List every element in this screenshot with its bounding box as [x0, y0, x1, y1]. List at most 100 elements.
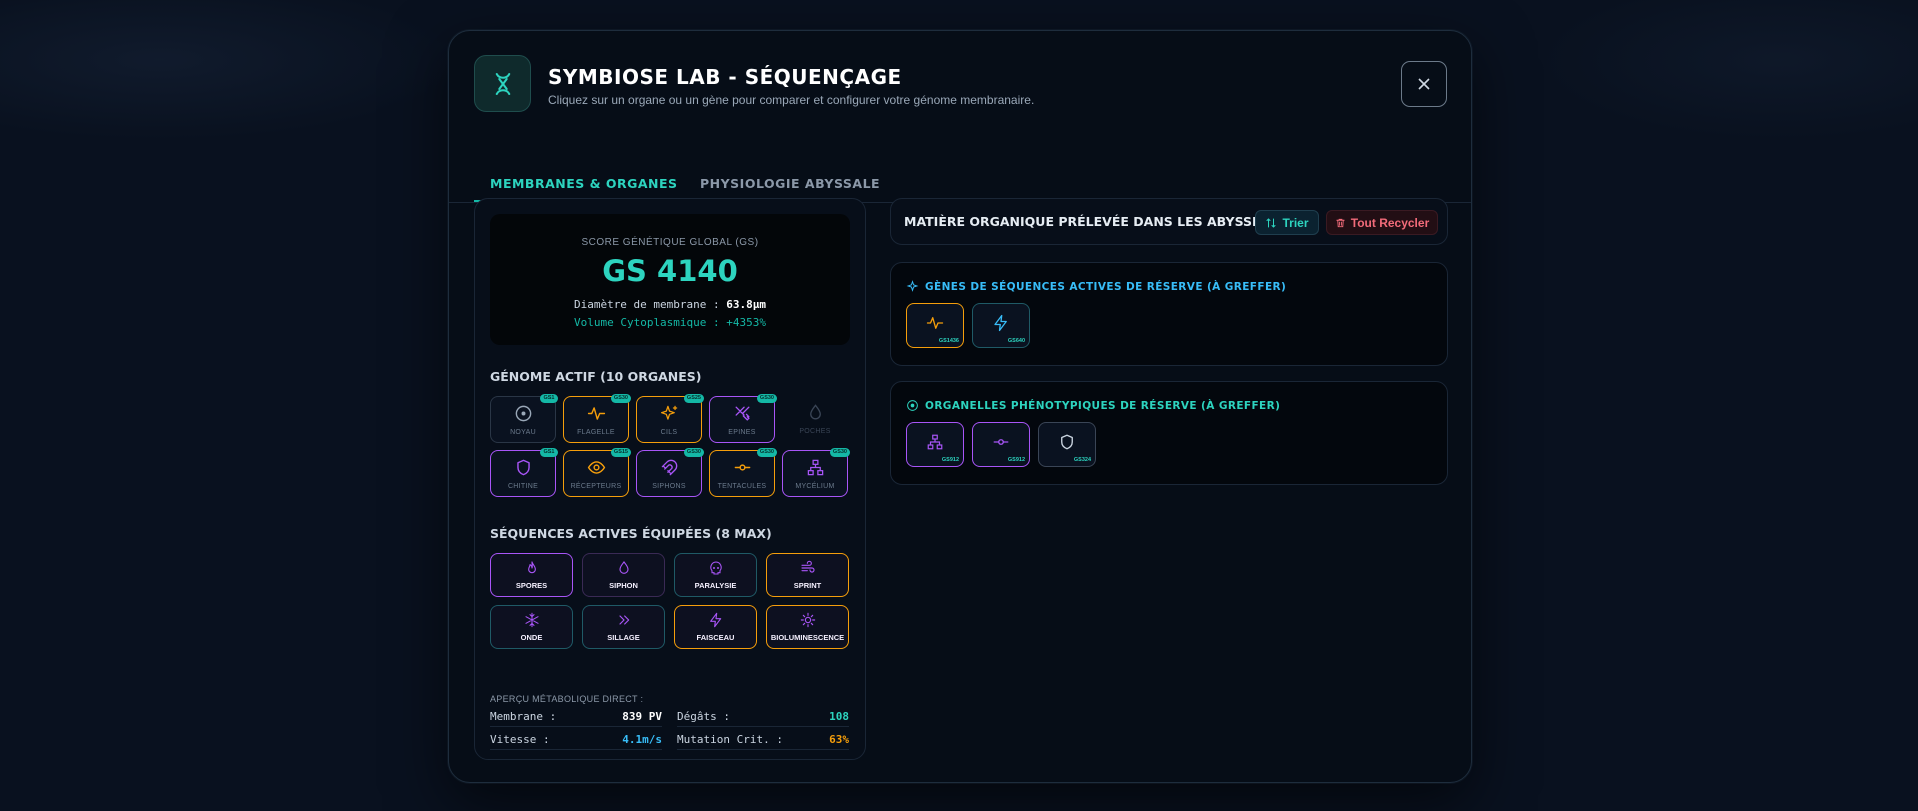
stat-key: Mutation Crit. : — [677, 733, 783, 746]
score-value: GS 4140 — [602, 254, 738, 288]
sequence-slot[interactable]: FAISCEAU — [674, 605, 757, 649]
organ-slot[interactable]: EPINES GS30 — [709, 394, 777, 443]
target-icon — [515, 405, 531, 422]
tab-membranes-organes[interactable]: MEMBRANES & ORGANES — [490, 176, 678, 191]
reserve-item[interactable]: GS912 — [906, 422, 964, 467]
stat-value: 4.1m/s — [622, 733, 662, 746]
stat-key: Vitesse : — [490, 733, 550, 746]
sequence-label: FAISCEAU — [696, 633, 735, 642]
stat-value: 108 — [829, 710, 849, 723]
organ-slot[interactable]: CILS GS25 — [636, 394, 704, 443]
magnet-icon — [661, 459, 677, 476]
organ-gs-badge: GS1 — [540, 448, 558, 457]
tab-physiologie-abyssale[interactable]: PHYSIOLOGIE ABYSSALE — [700, 176, 880, 191]
reserve-item[interactable]: GS912 — [972, 422, 1030, 467]
sequence-label: SILLAGE — [607, 633, 640, 642]
sequence-label: SPORES — [515, 581, 548, 590]
skull-icon — [709, 561, 722, 575]
organelles-reserve-title: ORGANELLES PHÉNOTYPIQUES DE RÉSERVE (À G… — [906, 399, 1280, 412]
sequence-slot[interactable]: SIPHON — [582, 553, 665, 597]
organelles-reserve-title-text: ORGANELLES PHÉNOTYPIQUES DE RÉSERVE (À G… — [925, 399, 1281, 412]
sparkles-icon — [660, 405, 677, 420]
sort-button[interactable]: Trier — [1255, 210, 1319, 235]
organ-slot[interactable]: FLAGELLE GS30 — [563, 394, 631, 443]
diameter-value: 63.8µm — [726, 298, 767, 311]
snowflake-icon — [524, 612, 539, 628]
stat-value: 839 PV — [622, 710, 662, 723]
sequence-slot[interactable]: BIOLUMINESCENCE — [766, 605, 849, 649]
inventory-title: MATIÈRE ORGANIQUE PRÉLEVÉE DANS LES ABYS… — [904, 214, 1295, 229]
diameter-line: Diamètre de membrane : 63.8µm — [490, 298, 850, 311]
organ-slot[interactable]: TENTACULES GS30 — [709, 448, 777, 497]
organ-gs-badge: GS30 — [683, 448, 704, 457]
sequence-slot[interactable]: SILLAGE — [582, 605, 665, 649]
organ-gs-badge: GS1 — [540, 394, 558, 403]
chevrons-icon — [618, 615, 629, 625]
stat-row: Dégâts : 108 — [677, 707, 849, 727]
reserve-item[interactable]: GS640 — [972, 303, 1030, 348]
organ-label: MYCÉLIUM — [795, 483, 835, 490]
score-label: SCORE GÉNÉTIQUE GLOBAL (GS) — [581, 237, 759, 248]
recycle-all-button[interactable]: Tout Recycler — [1326, 210, 1438, 235]
stat-value: 63% — [829, 733, 849, 746]
volume-line: Volume Cytoplasmique : +4353% — [573, 316, 767, 329]
page-subtitle: Cliquez sur un organe ou un gène pour co… — [548, 93, 1035, 107]
network-icon — [927, 434, 943, 450]
diameter-label: Diamètre de membrane : — [573, 298, 720, 311]
genome-panel: SCORE GÉNÉTIQUE GLOBAL (GS) GS 4140 Diam… — [474, 198, 866, 760]
sequence-slot[interactable]: ONDE — [490, 605, 573, 649]
inventory-header: MATIÈRE ORGANIQUE PRÉLEVÉE DANS LES ABYS… — [890, 198, 1448, 245]
reserve-item[interactable]: GS1436 — [906, 303, 964, 348]
close-button[interactable] — [1401, 61, 1447, 107]
tab-bar: MEMBRANES & ORGANES PHYSIOLOGIE ABYSSALE — [474, 163, 1471, 203]
sequence-label: BIOLUMINESCENCE — [770, 633, 845, 642]
eye-icon — [587, 461, 605, 474]
sun-icon — [800, 612, 815, 628]
sequencing-modal: SYMBIOSE LAB - SÉQUENÇAGE Cliquez sur un… — [448, 30, 1472, 783]
zap-icon — [994, 314, 1007, 332]
organ-gs-badge: GS30 — [756, 448, 777, 457]
sequence-slot[interactable]: SPORES — [490, 553, 573, 597]
sequence-label: SIPHON — [609, 581, 638, 590]
dna-logo-icon — [474, 55, 531, 112]
pulse-icon — [587, 407, 605, 420]
swords-icon — [734, 406, 750, 421]
organ-label: SIPHONS — [652, 483, 686, 490]
sequences-title: SÉQUENCES ACTIVES ÉQUIPÉES (8 MAX) — [490, 526, 772, 541]
item-gs: GS640 — [1007, 338, 1025, 344]
organ-gs-badge: GS30 — [829, 448, 850, 457]
organ-slot[interactable]: RÉCEPTEURS GS15 — [563, 448, 631, 497]
organ-slot[interactable]: CHITINE GS1 — [490, 448, 558, 497]
genome-title: GÉNOME ACTIF (10 ORGANES) — [490, 369, 702, 384]
organ-gs-badge: GS15 — [610, 448, 631, 457]
organ-slot[interactable]: MYCÉLIUM GS30 — [782, 448, 850, 497]
item-gs: GS912 — [1007, 457, 1025, 463]
stat-key: Dégâts : — [677, 710, 730, 723]
organ-gs-badge: GS30 — [756, 394, 777, 403]
stat-row: Mutation Crit. : 63% — [677, 730, 849, 750]
item-gs: GS912 — [941, 457, 959, 463]
item-gs: GS324 — [1073, 457, 1091, 463]
reserve-item[interactable]: GS324 — [1038, 422, 1096, 467]
commit-icon — [993, 439, 1009, 445]
page-title: SYMBIOSE LAB - SÉQUENÇAGE — [548, 65, 902, 89]
trash-icon — [1336, 218, 1345, 227]
organ-slot[interactable]: NOYAU GS1 — [490, 394, 558, 443]
genes-reserve-panel: GÈNES DE SÉQUENCES ACTIVES DE RÉSERVE (À… — [890, 262, 1448, 366]
organ-gs-badge: GS30 — [610, 394, 631, 403]
genes-reserve-title: GÈNES DE SÉQUENCES ACTIVES DE RÉSERVE (À… — [906, 280, 1286, 293]
droplet-icon — [618, 561, 629, 574]
shield-icon — [1061, 434, 1073, 450]
organ-slot[interactable]: SIPHONS GS30 — [636, 448, 704, 497]
sequence-label: SPRINT — [793, 581, 822, 590]
zap-icon — [709, 612, 721, 628]
organ-label: CHITINE — [507, 483, 539, 490]
sequence-slot[interactable]: SPRINT — [766, 553, 849, 597]
wind-icon — [800, 560, 815, 573]
flame-icon — [527, 561, 536, 574]
sequence-slot[interactable]: PARALYSIE — [674, 553, 757, 597]
organ-slot[interactable]: POCHES — [782, 396, 848, 443]
droplet-icon — [809, 404, 821, 420]
organ-label: EPINES — [728, 429, 756, 436]
modal-header: SYMBIOSE LAB - SÉQUENÇAGE Cliquez sur un… — [449, 31, 1471, 139]
